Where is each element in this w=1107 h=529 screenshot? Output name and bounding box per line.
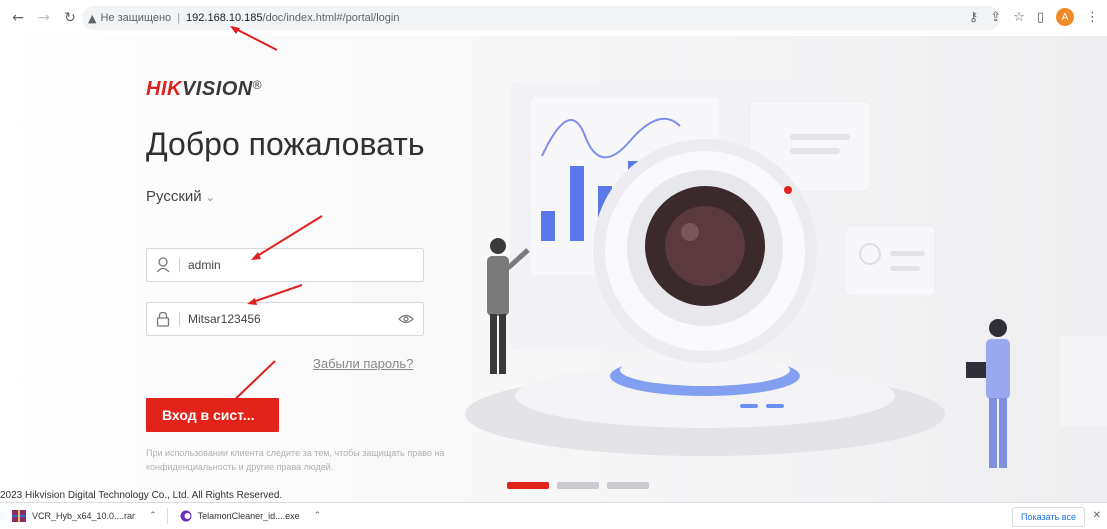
camera-led-shape [784,186,792,194]
show-all-button[interactable]: Показать все [1012,507,1085,527]
person-left-leg-shape [490,314,497,374]
chevron-down-icon[interactable]: ⌄ [206,192,215,204]
download-divider [166,508,168,524]
logo-registered: ® [252,78,263,92]
profile-avatar[interactable]: A [1056,8,1074,26]
key-icon[interactable]: ⚷ [969,10,979,25]
copyright-text: 2023 Hikvision Digital Technology Co., L… [0,490,283,501]
field-divider [179,312,180,326]
podium-marker-shape [740,404,758,408]
panel-line-shape [790,134,850,140]
reload-icon[interactable]: ↻ [60,10,80,26]
person-right-head-shape [989,319,1007,337]
welcome-title: Добро пожаловать [146,126,425,162]
username-field[interactable]: admin [146,248,424,282]
download-filename[interactable]: VCR_Hyb_x64_10.0....rar [32,511,135,521]
download-filename[interactable]: TelamonCleaner_id....exe [198,511,300,521]
carousel-dot[interactable] [607,482,649,489]
toolbar-actions: ⚷ ⇪ ☆ ▯ A ⋮ [969,8,1099,26]
chart-bar-shape [570,166,584,241]
login-button[interactable]: Вход в сист... [146,398,279,432]
password-input[interactable]: Mitsar123456 [188,312,389,326]
logo-hik: HIK [146,78,182,100]
username-input[interactable]: admin [188,258,423,272]
panel-line-shape [890,251,925,256]
chart-bar-shape [541,211,555,241]
hikvision-logo: HIKVISION® [146,78,262,101]
small-panel-shape [844,225,936,297]
right-block-shape [1060,336,1107,426]
logo-vision: VISION [181,78,253,100]
person-right-body-shape [986,339,1010,399]
login-page: HIKVISION® Добро пожаловать Русский ⌄ adm… [0,36,1107,502]
download-item[interactable]: VCR_Hyb_x64_10.0....rar ⌃ [12,510,157,522]
close-icon[interactable]: ✕ [1093,510,1101,521]
star-icon[interactable]: ☆ [1013,10,1025,25]
panel-line-shape [890,266,920,271]
chevron-up-icon[interactable]: ⌃ [149,511,157,521]
forward-icon[interactable]: → [34,10,54,26]
person-right-leg-shape [989,398,997,468]
carousel-dot[interactable] [557,482,599,489]
person-left-body-shape [487,256,509,316]
carousel-indicators [507,482,649,489]
language-label[interactable]: Русский [146,188,202,205]
language-select[interactable]: Русский ⌄ [146,188,215,205]
lens-reflection-shape [681,223,699,241]
browser-window: ← → ↻ ▲ Не защищено | 192.168.10.185 /do… [0,0,1107,529]
eye-icon[interactable] [389,314,423,324]
privacy-notice: При использовании клиента следите за тем… [146,448,445,472]
chevron-up-icon[interactable]: ⌃ [314,511,322,521]
share-icon[interactable]: ⇪ [990,10,1001,25]
camera-glass-shape [665,206,745,286]
carousel-dot[interactable] [507,482,549,489]
back-icon[interactable]: ← [8,10,28,26]
field-divider [179,258,180,272]
address-divider: | [177,12,181,24]
laptop-shape [966,362,986,378]
download-item[interactable]: TelamonCleaner_id....exe ⌃ [180,510,322,522]
menu-icon[interactable]: ⋮ [1086,10,1099,25]
installer-icon [180,510,192,522]
password-field[interactable]: Mitsar123456 [146,302,424,336]
user-icon [147,257,179,273]
warning-icon[interactable]: ▲ [88,12,96,25]
address-bar[interactable]: ▲ Не защищено | 192.168.10.185 /doc/inde… [82,6,1000,30]
url-host[interactable]: 192.168.10.185 [186,12,262,24]
archive-icon [12,510,26,522]
person-left-head-shape [490,238,506,254]
sidepanel-icon[interactable]: ▯ [1037,10,1044,25]
browser-toolbar: ← → ↻ ▲ Не защищено | 192.168.10.185 /do… [0,0,1107,36]
podium-marker-shape [766,404,784,408]
person-left-leg-shape [499,314,506,374]
person-right-leg-shape [999,398,1007,468]
lock-icon [147,311,179,327]
url-path[interactable]: /doc/index.html#/portal/login [263,12,400,24]
panel-line-shape [790,148,840,154]
download-bar: VCR_Hyb_x64_10.0....rar ⌃ TelamonCleaner… [0,502,1107,529]
security-label[interactable]: Не защищено [100,12,171,24]
forgot-password-link[interactable]: Забыли пароль? [313,356,413,371]
